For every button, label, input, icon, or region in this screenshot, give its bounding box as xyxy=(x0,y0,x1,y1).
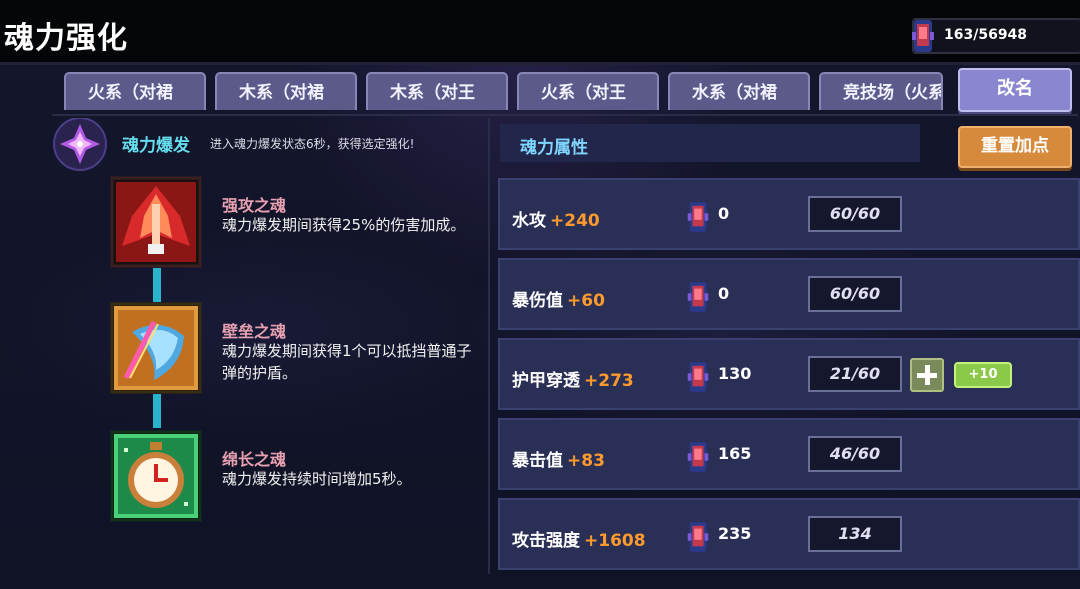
tab-3[interactable]: 木系（对王 xyxy=(366,72,508,110)
soul-burst-desc: 进入魂力爆发状态6秒，获得选定强化! xyxy=(210,137,415,151)
soul-burst-row: 魂力爆发 进入魂力爆发状态6秒，获得选定强化! xyxy=(52,118,476,171)
attr-row: 水攻 +240 0 60/60 xyxy=(498,178,1080,250)
attr-cost: 0 xyxy=(718,204,730,223)
attr-row: 攻击强度 +1608 235 134 xyxy=(498,498,1080,570)
top-bar: 魂力强化 163/56948 xyxy=(0,0,1080,65)
attr-level: 46/60 xyxy=(808,436,902,472)
tab-5[interactable]: 水系（对裙 xyxy=(668,72,810,110)
attr-name: 护甲穿透 +273 xyxy=(512,371,634,391)
attr-bonus: +273 xyxy=(584,371,634,391)
attr-level: 21/60 xyxy=(808,356,902,392)
attr-cost: 0 xyxy=(718,284,730,303)
currency-display: 163/56948 xyxy=(912,18,1080,54)
stopwatch-icon[interactable] xyxy=(110,430,202,522)
skill-name: 强攻之魂 xyxy=(222,196,287,215)
page-title: 魂力强化 xyxy=(4,21,128,56)
attr-level: 60/60 xyxy=(808,196,902,232)
attr-row: 暴击值 +83 165 46/60 xyxy=(498,418,1080,490)
reset-points-button[interactable]: 重置加点 xyxy=(958,126,1072,168)
soul-crystal-icon xyxy=(687,442,709,472)
skill-desc: 魂力爆发期间获得25%的伤害加成。 xyxy=(222,216,466,234)
skill-name: 壁垒之魂 xyxy=(222,322,287,341)
flame-ship-icon[interactable] xyxy=(110,176,202,268)
attr-header: 魂力属性 xyxy=(500,124,920,162)
attr-cost: 235 xyxy=(718,524,752,543)
attr-name: 水攻 +240 xyxy=(512,211,600,231)
tab-divider xyxy=(52,114,1078,116)
attr-cost: 165 xyxy=(718,444,752,463)
add-point-button[interactable] xyxy=(910,358,944,392)
add-ten-button[interactable]: +10 xyxy=(954,362,1012,388)
soul-crystal-icon xyxy=(912,20,934,52)
attr-level: 60/60 xyxy=(808,276,902,312)
attr-bonus: +240 xyxy=(550,211,600,231)
skill-connector xyxy=(153,268,161,302)
attr-row: 暴伤值 +60 0 60/60 xyxy=(498,258,1080,330)
soul-burst-label: 魂力爆发 xyxy=(122,136,190,156)
soul-crystal-icon xyxy=(687,362,709,392)
soul-crystal-icon xyxy=(687,522,709,552)
tab-1[interactable]: 火系（对裙 xyxy=(64,72,206,110)
skill-name: 绵长之魂 xyxy=(222,450,287,469)
tab-4[interactable]: 火系（对王 xyxy=(517,72,659,110)
soul-crystal-icon xyxy=(687,282,709,312)
attr-name: 暴击值 +83 xyxy=(512,451,605,471)
skill-connector xyxy=(153,394,161,428)
attr-cost: 130 xyxy=(718,364,752,383)
attr-row: 护甲穿透 +273 130 21/60 +10 xyxy=(498,338,1080,410)
attr-bonus: +60 xyxy=(567,291,605,311)
attr-bonus: +1608 xyxy=(584,531,646,551)
soul-burst-icon xyxy=(53,118,107,171)
panel-divider xyxy=(488,118,490,574)
currency-value: 163/56948 xyxy=(944,27,1028,43)
attr-header-label: 魂力属性 xyxy=(520,138,588,158)
tab-2[interactable]: 木系（对裙 xyxy=(215,72,357,110)
soul-crystal-icon xyxy=(687,202,709,232)
rename-button[interactable]: 改名 xyxy=(958,68,1072,112)
tab-6[interactable]: 竞技场（火系 xyxy=(819,72,943,110)
skill-desc: 魂力爆发持续时间增加5秒。 xyxy=(222,470,412,488)
shield-icon[interactable] xyxy=(110,302,202,394)
attr-name: 暴伤值 +60 xyxy=(512,291,605,311)
skill-desc: 魂力爆发期间获得1个可以抵挡普通子弹的护盾。 xyxy=(222,342,472,382)
attr-bonus: +83 xyxy=(567,451,605,471)
attr-name: 攻击强度 +1608 xyxy=(512,531,646,551)
attr-level: 134 xyxy=(808,516,902,552)
